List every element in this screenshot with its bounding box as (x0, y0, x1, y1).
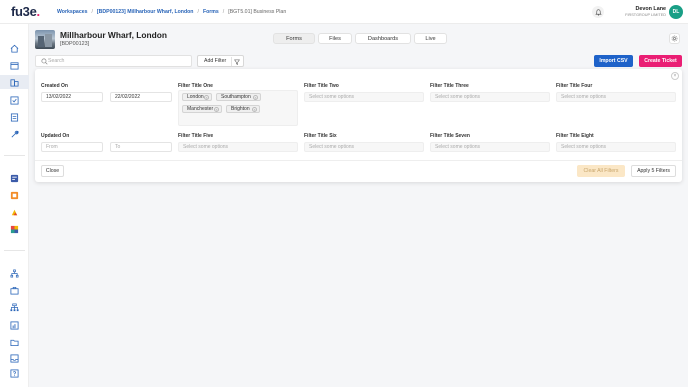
sidebar-divider (4, 155, 25, 156)
filter-title-one-label: Filter Title One (178, 83, 213, 89)
tab-forms[interactable]: Forms (273, 33, 315, 44)
app-logo[interactable]: fu3e. (11, 4, 40, 19)
filter-icon (231, 57, 241, 66)
breadcrumb-forms[interactable]: Forms (203, 9, 219, 15)
breadcrumb-project[interactable]: [BDP00123] Millharbour Wharf, London (97, 9, 194, 15)
org-chart-icon[interactable] (9, 268, 19, 278)
updated-to-input[interactable]: To (110, 142, 172, 152)
breadcrumb-workspaces[interactable]: Workspaces (57, 9, 87, 15)
sidebar (0, 24, 29, 387)
filter-chip: Manchester × (182, 105, 222, 113)
checklist-icon[interactable] (9, 95, 19, 105)
search-input[interactable] (48, 58, 178, 64)
filter-title-six-label: Filter Title Six (304, 133, 337, 139)
filter-chip: Brighton × (226, 105, 260, 113)
close-button[interactable]: Close (41, 165, 64, 177)
home-icon[interactable] (9, 43, 19, 53)
folder-icon[interactable] (9, 337, 19, 347)
notification-icon[interactable] (592, 6, 604, 18)
create-ticket-button[interactable]: Create Ticket (639, 55, 682, 67)
project-thumbnail (35, 30, 55, 49)
filter-title-seven-select[interactable]: Select some options (430, 142, 550, 152)
filter-chip: London × (182, 93, 212, 101)
tab-dashboards[interactable]: Dashboards (355, 33, 411, 44)
hierarchy-icon[interactable] (9, 302, 19, 312)
filter-title-seven-label: Filter Title Seven (430, 133, 470, 139)
tab-files[interactable]: Files (318, 33, 352, 44)
filter-title-two-label: Filter Title Two (304, 83, 339, 89)
updated-from-input[interactable]: From (41, 142, 103, 152)
remove-chip-icon[interactable]: × (252, 107, 257, 112)
gear-icon[interactable] (669, 33, 680, 44)
user-org: FIRSTGROUP LIMITED (625, 13, 666, 17)
add-filter-label: Add Filter (204, 58, 227, 64)
search-field[interactable] (35, 55, 192, 67)
panel-divider (35, 160, 682, 161)
clear-all-filters-button[interactable]: Clear All Filters (577, 165, 625, 177)
help-icon[interactable] (9, 368, 19, 378)
close-icon[interactable]: × (671, 72, 679, 80)
filter-title-three-select[interactable]: Select some options (430, 92, 550, 102)
user-name: Devon Lane (635, 6, 666, 12)
remove-chip-icon[interactable]: × (214, 107, 219, 112)
wrench-icon[interactable] (9, 129, 19, 139)
analytics-icon[interactable] (9, 320, 19, 330)
filter-title-eight-label: Filter Title Eight (556, 133, 594, 139)
filter-title-five-label: Filter Title Five (178, 133, 214, 139)
add-filter-button[interactable]: Add Filter (197, 55, 244, 67)
created-from-input[interactable]: 13/02/2022 (41, 92, 103, 102)
inbox-icon[interactable] (9, 353, 19, 363)
project-code: [BDP00123] (60, 41, 90, 47)
filter-title-eight-select[interactable]: Select some options (556, 142, 676, 152)
apply-filters-button[interactable]: Apply 5 Filters (631, 165, 676, 177)
page-title: Millharbour Wharf, London (60, 30, 167, 40)
search-icon (41, 58, 48, 65)
updated-on-label: Updated On (41, 133, 70, 139)
breadcrumb: Workspaces / [BDP00123] Millharbour Whar… (57, 9, 287, 15)
app-yellow-icon[interactable] (9, 207, 19, 217)
building-icon[interactable] (0, 75, 29, 89)
filter-title-four-label: Filter Title Four (556, 83, 593, 89)
sidebar-divider (4, 250, 25, 251)
tab-live[interactable]: Live (414, 33, 447, 44)
filter-title-five-select[interactable]: Select some options (178, 142, 298, 152)
app-blue-icon[interactable] (9, 173, 19, 183)
app-orange-icon[interactable] (9, 190, 19, 200)
document-icon[interactable] (9, 112, 19, 122)
top-bar: fu3e. Workspaces / [BDP00123] Millharbou… (0, 0, 688, 24)
import-csv-button[interactable]: Import CSV (594, 55, 633, 67)
remove-chip-icon[interactable]: × (253, 95, 258, 100)
breadcrumb-current: [BGT5.01] Business Plan (228, 9, 287, 15)
created-to-input[interactable]: 22/02/2022 (110, 92, 172, 102)
briefcase-icon[interactable] (9, 285, 19, 295)
filter-title-four-select[interactable]: Select some options (556, 92, 676, 102)
avatar[interactable]: DL (669, 5, 683, 19)
remove-chip-icon[interactable]: × (204, 95, 209, 100)
filter-title-six-select[interactable]: Select some options (304, 142, 424, 152)
calendar-icon[interactable] (9, 60, 19, 70)
view-tabs: Forms Files Dashboards Live (273, 33, 447, 44)
filter-title-two-select[interactable]: Select some options (304, 92, 424, 102)
created-on-label: Created On (41, 83, 68, 89)
app-multicolor-icon[interactable] (9, 224, 19, 234)
filter-title-three-label: Filter Title Three (430, 83, 469, 89)
filter-chip: Southampton × (216, 93, 261, 101)
